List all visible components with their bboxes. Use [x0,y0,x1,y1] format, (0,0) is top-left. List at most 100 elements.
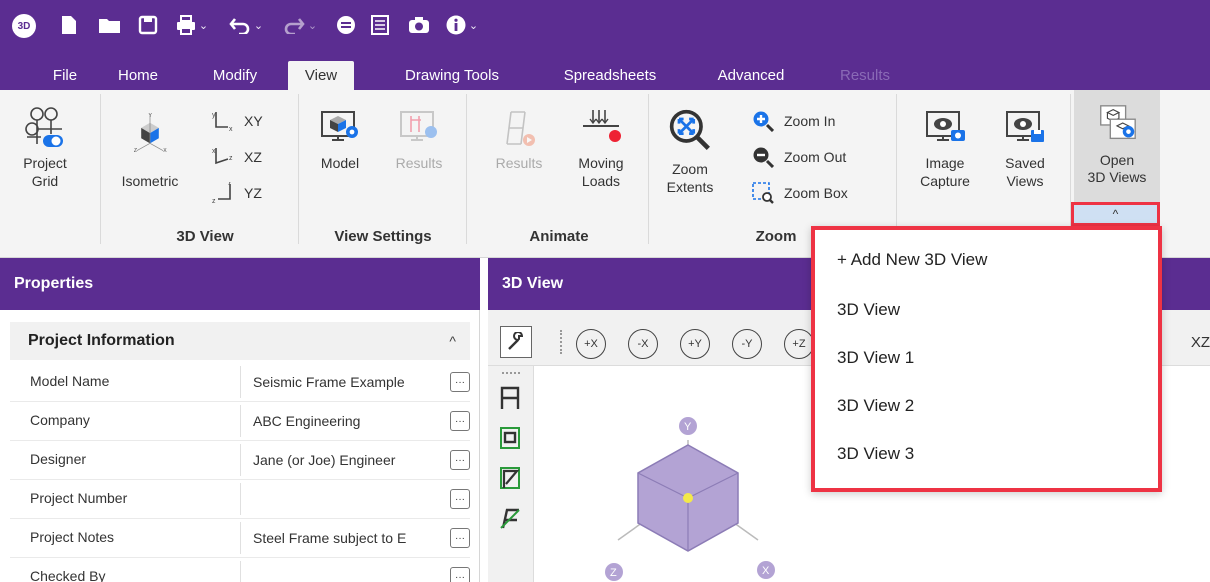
chevron-down-icon[interactable]: ⌄ [469,19,478,32]
ribbon-separator [896,94,897,244]
tab-drawing-tools[interactable]: Drawing Tools [378,61,526,90]
zoom-box-button[interactable]: Zoom Box [750,180,848,206]
isometric-icon: Y Z X [128,106,172,166]
zoom-in-label: Zoom In [784,113,836,129]
svg-text:X: X [163,148,167,154]
view-yz-label: YZ [244,185,262,201]
property-row-project-notes: Project Notes Steel Frame subject to E ·… [10,519,470,558]
properties-icon[interactable] [334,12,358,38]
frame-section-icon[interactable] [498,506,522,530]
moving-loads-button[interactable]: Moving Loads [566,106,636,190]
menu-item-3d-view-1[interactable]: 3D View 1 [837,348,914,368]
frame-brace-icon[interactable] [498,466,522,490]
open-folder-icon[interactable] [96,12,124,38]
model-view-button[interactable]: Model [312,106,368,172]
saved-views-button[interactable]: Saved Views [994,106,1056,190]
info-icon[interactable]: ⌄ [442,12,482,38]
chevron-down-icon[interactable]: ⌄ [254,19,263,32]
rotate-plus-z-icon[interactable]: +Z [784,329,814,359]
property-row-checked-by: Checked By ··· [10,558,470,582]
redo-icon[interactable]: ⌄ [280,12,320,38]
frame-fill-icon[interactable] [498,426,522,450]
ellipsis-button[interactable]: ··· [450,528,470,548]
menu-tab-bar: File Home Modify View Drawing Tools Spre… [0,54,1210,90]
project-grid-button[interactable]: Project Grid [16,106,74,190]
add-new-3d-view-item[interactable]: + Add New 3D View [837,250,987,270]
zoom-box-label: Zoom Box [784,185,848,201]
menu-item-3d-view-2[interactable]: 3D View 2 [837,396,914,416]
tab-file[interactable]: File [40,61,90,90]
new-file-icon[interactable] [58,12,80,38]
tab-modify[interactable]: Modify [196,61,274,90]
zoom-out-button[interactable]: Zoom Out [750,144,846,170]
zoom-out-label: Zoom Out [784,149,847,165]
model-name-field[interactable]: Seismic Frame Example [240,366,444,398]
tab-spreadsheets[interactable]: Spreadsheets [540,61,680,90]
checked-by-field[interactable] [240,561,444,582]
collapse-open-3d-views-button[interactable]: ^ [1071,202,1160,226]
zoom-extents-button[interactable]: Zoom Extents [660,106,720,196]
rotate-plus-x-icon[interactable]: +X [576,329,606,359]
property-row-company: Company ABC Engineering ··· [10,402,470,441]
view-xz-button[interactable]: zx XZ [210,144,262,170]
menu-item-3d-view[interactable]: 3D View [837,300,900,320]
svg-text:z: z [229,155,233,162]
tab-advanced[interactable]: Advanced [694,61,808,90]
view-plane-label[interactable]: XZ [1191,334,1210,351]
undo-icon[interactable]: ⌄ [226,12,266,38]
group-label-view-settings: View Settings [334,228,432,245]
app-window: 3D ⌄ ⌄ ⌄ ⌄ File Home Modify View Drawing… [0,0,1210,582]
ribbon-separator [100,94,101,244]
chevron-down-icon[interactable]: ⌄ [199,19,208,32]
ellipsis-button[interactable]: ··· [450,450,470,470]
open-3d-views-label: Open 3D Views [1087,152,1147,185]
menu-item-3d-view-3[interactable]: 3D View 3 [837,444,914,464]
axis-x-label: X [762,565,770,577]
rotate-minus-x-icon[interactable]: -X [628,329,658,359]
project-grid-label: Project Grid [23,155,67,189]
tab-results: Results [839,67,891,84]
camera-icon[interactable] [406,12,432,38]
open-3d-views-button[interactable]: Open 3D Views [1078,100,1156,186]
tab-home[interactable]: Home [104,61,172,90]
chevron-up-icon[interactable]: ^ [449,333,456,349]
view-yz-button[interactable]: zy YZ [210,180,262,206]
results-animate-icon [497,106,541,148]
property-label: Company [30,412,90,428]
ellipsis-button[interactable]: ··· [450,567,470,582]
property-row-model-name: Model Name Seismic Frame Example ··· [10,363,470,402]
rotate-minus-y-icon[interactable]: -Y [732,329,762,359]
saved-views-icon [1003,106,1047,148]
view-xz-label: XZ [244,149,262,165]
property-label: Checked By [30,568,106,582]
ellipsis-button[interactable]: ··· [450,372,470,392]
ellipsis-button[interactable]: ··· [450,411,470,431]
frame-icon[interactable] [498,386,522,410]
rotate-plus-y-icon[interactable]: +Y [680,329,710,359]
save-icon[interactable] [136,12,160,38]
wrench-icon[interactable] [500,326,532,358]
print-icon[interactable]: ⌄ [172,12,212,38]
view-cube[interactable]: Y Z X [578,410,788,582]
project-number-field[interactable] [240,483,444,515]
zoom-in-button[interactable]: Zoom In [750,108,835,134]
axis-yz-icon: zy [210,182,236,204]
toolbar-grip [502,372,520,374]
designer-field[interactable]: Jane (or Joe) Engineer [240,444,444,476]
axis-xz-icon: zx [210,146,236,168]
chevron-down-icon[interactable]: ⌄ [308,19,317,32]
project-information-section[interactable]: Project Information ^ [10,322,470,360]
isometric-button[interactable]: Y Z X Isometric [112,106,188,190]
svg-text:x: x [212,148,216,155]
spreadsheet-icon[interactable] [368,12,392,38]
zoom-out-icon [750,146,776,168]
open-3d-views-icon [1095,100,1139,148]
zoom-box-icon [750,182,776,204]
tab-view[interactable]: View [288,61,354,90]
view-xy-button[interactable]: xy XY [210,108,263,134]
company-field[interactable]: ABC Engineering [240,405,444,437]
image-capture-button[interactable]: Image Capture [910,106,980,190]
project-notes-field[interactable]: Steel Frame subject to E [240,522,444,554]
ellipsis-button[interactable]: ··· [450,489,470,509]
moving-loads-label: Moving Loads [578,155,624,189]
